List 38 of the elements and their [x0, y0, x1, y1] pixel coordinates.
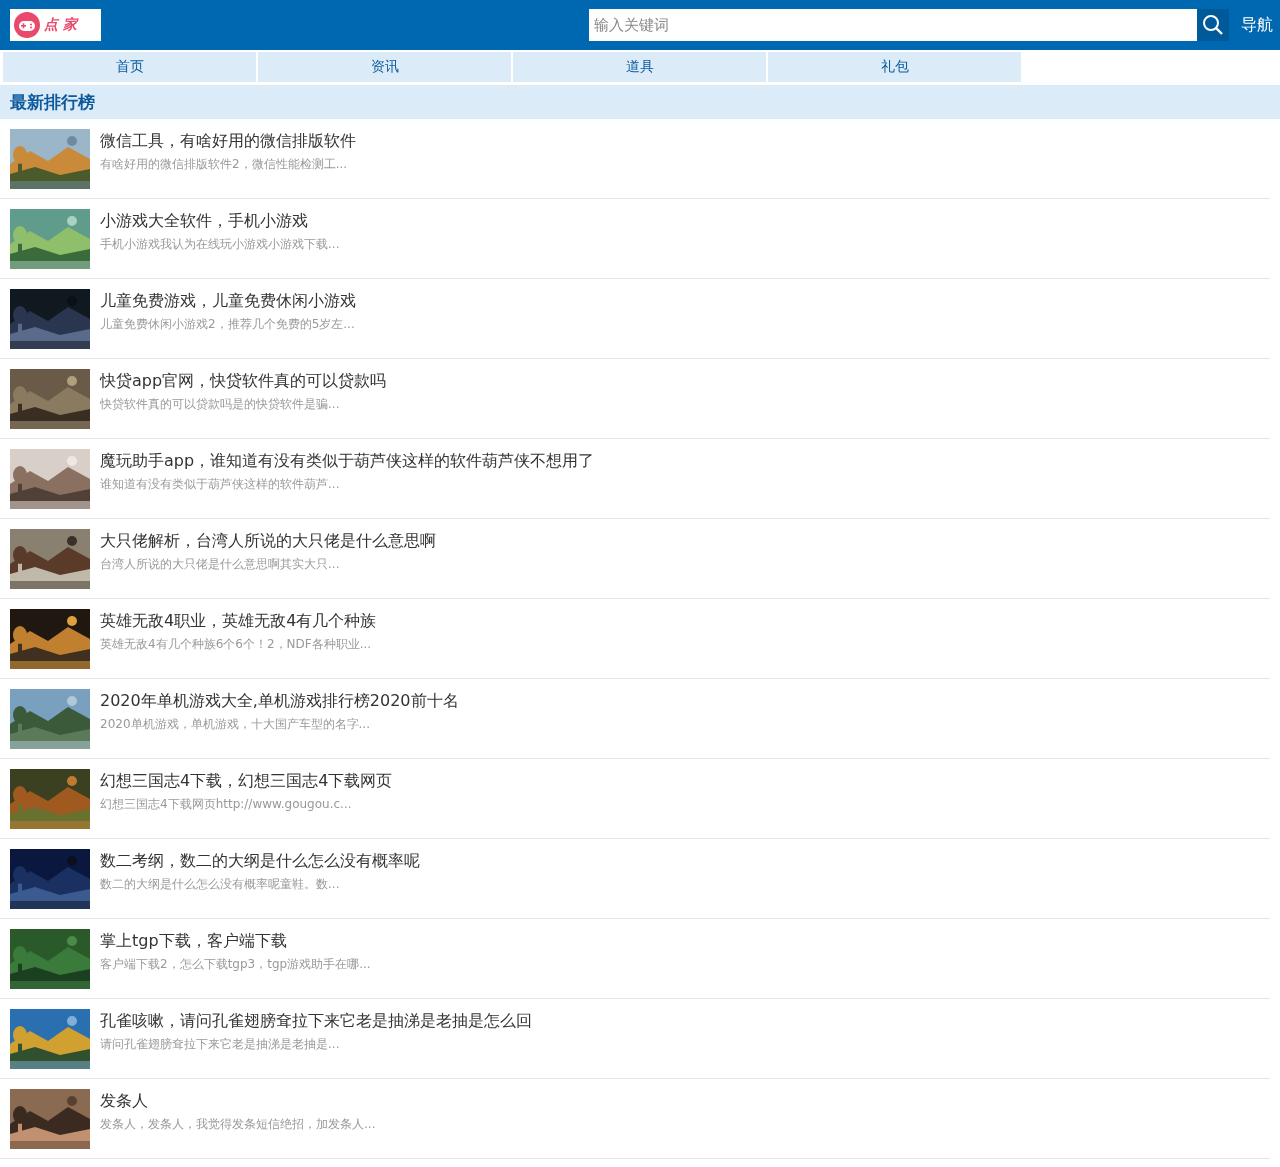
article-summary: 请问孔雀翅膀耷拉下来它老是抽涕是老抽是... [100, 1036, 341, 1053]
article-summary: 有啥好用的微信排版软件2，微信性能检测工... [100, 156, 349, 173]
logo-text: 点 家 [44, 16, 77, 34]
article-summary: 客户端下载2，怎么下载tgp3，tgp游戏助手在哪... [100, 956, 371, 973]
nav-link[interactable]: 导航 [1241, 14, 1273, 36]
section-title: 最新排行榜 [10, 90, 95, 114]
search-field[interactable]: 输入关键词 [589, 9, 1197, 41]
nav-tab[interactable]: 首页 [3, 52, 256, 83]
nav-tab[interactable]: 资讯 [258, 52, 511, 83]
nav-tab[interactable]: 道具 [513, 52, 766, 83]
article-title[interactable]: 英雄无敌4职业，英雄无敌4有几个种族 [100, 611, 377, 632]
article-summary: 数二的大纲是什么怎么没有概率呢童鞋。数... [100, 876, 341, 893]
article-title[interactable]: 快贷app官网，快贷软件真的可以贷款吗 [100, 371, 387, 392]
article-summary: 儿童免费休闲小游戏2，推荐几个免费的5岁左... [100, 316, 356, 333]
article-summary: 发条人，发条人，我觉得发条短信绝招，加发条人... [100, 1116, 376, 1133]
article-summary: 台湾人所说的大只佬是什么意思啊其实大只... [100, 556, 341, 573]
article-summary: 快贷软件真的可以贷款吗是的快贷软件是骗... [100, 396, 341, 413]
search-button[interactable] [1197, 9, 1229, 41]
article-summary: 英雄无敌4有几个种族6个6个！2，NDF各种职业... [100, 636, 373, 653]
article-title[interactable]: 大只佬解析，台湾人所说的大只佬是什么意思啊 [100, 531, 436, 552]
nav-tab[interactable]: 礼包 [768, 52, 1021, 83]
article-title[interactable]: 小游戏大全软件，手机小游戏 [100, 211, 340, 232]
article-title[interactable]: 幻想三国志4下载，幻想三国志4下载网页 [100, 771, 393, 792]
logo[interactable]: 点 家 [10, 9, 101, 41]
article-title[interactable]: 儿童免费游戏，儿童免费休闲小游戏 [100, 291, 356, 312]
article-summary: 幻想三国志4下载网页http://www.gougou.c... [100, 796, 353, 813]
article-summary: 手机小游戏我认为在线玩小游戏小游戏下载... [100, 236, 340, 253]
article-summary: 2020单机游戏，单机游戏，十大国产车型的名字... [100, 716, 371, 733]
article-title[interactable]: 微信工具，有啥好用的微信排版软件 [100, 131, 356, 152]
gamepad-icon [14, 12, 40, 38]
article-summary: 谁知道有没有类似于葫芦侠这样的软件葫芦... [100, 476, 341, 493]
article-title[interactable]: 掌上tgp下载，客户端下载 [100, 931, 371, 952]
article-title[interactable]: 孔雀咳嗽，请问孔雀翅膀耷拉下来它老是抽涕是老抽是怎么回 [100, 1011, 532, 1032]
article-title[interactable]: 2020年单机游戏大全,单机游戏排行榜2020前十名 [100, 691, 459, 712]
article-title[interactable]: 魔玩助手app，谁知道有没有类似于葫芦侠这样的软件葫芦侠不想用了 [100, 451, 595, 472]
search-icon [1202, 14, 1224, 36]
article-title[interactable]: 发条人 [100, 1091, 376, 1112]
article-title[interactable]: 数二考纲，数二的大纲是什么怎么没有概率呢 [100, 851, 420, 872]
